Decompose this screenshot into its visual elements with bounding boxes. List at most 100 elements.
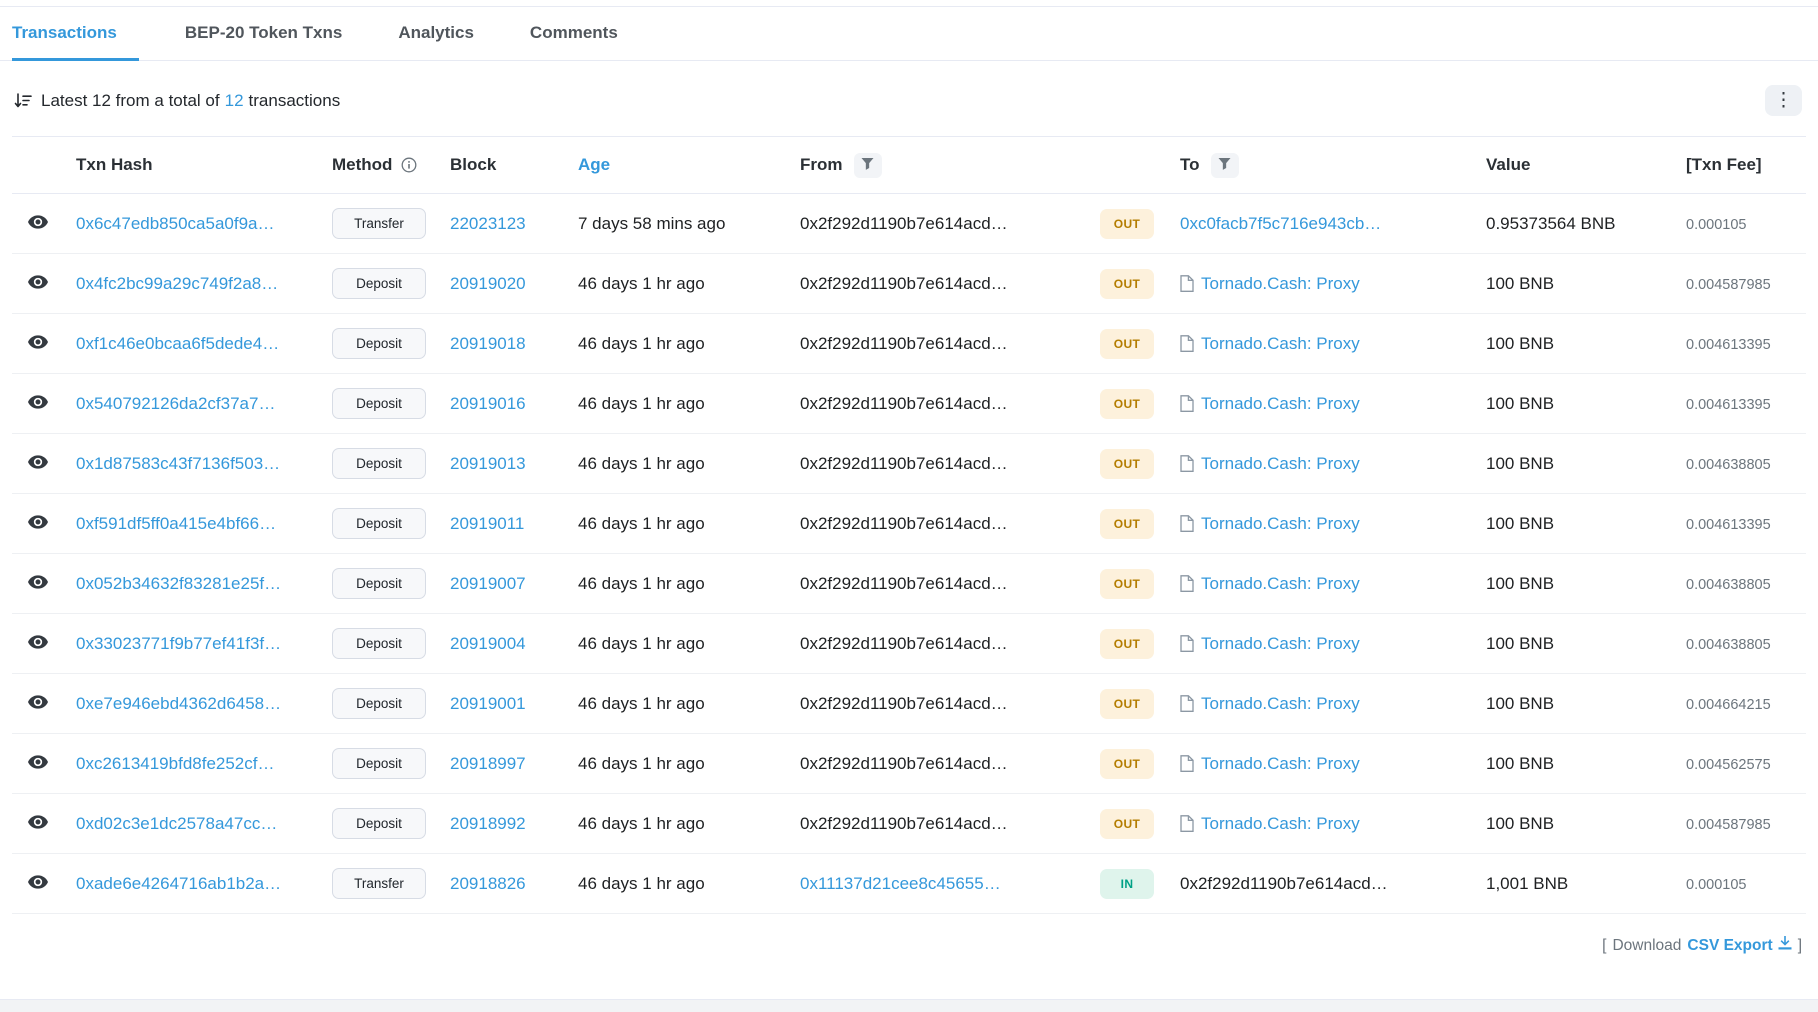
tab-transactions[interactable]: Transactions <box>12 7 139 61</box>
table-footer: [ Download CSV Export ] <box>0 914 1818 955</box>
block-link[interactable]: 20918997 <box>450 754 526 773</box>
table-row: 0x33023771f9b77ef41f3f… Deposit 20919004… <box>12 614 1806 674</box>
table-row: 0xc2613419bfd8fe252cf… Deposit 20918997 … <box>12 734 1806 794</box>
eye-icon <box>28 694 48 712</box>
eye-preview-button[interactable] <box>12 814 48 832</box>
direction-badge: OUT <box>1100 208 1154 239</box>
txn-fee-text: 0.004664215 <box>1686 696 1771 713</box>
eye-preview-button[interactable] <box>12 274 48 292</box>
txn-hash-link[interactable]: 0xd02c3e1dc2578a47cc… <box>76 814 277 833</box>
to-filter-button[interactable] <box>1210 152 1239 178</box>
to-address[interactable]: Tornado.Cash: Proxy <box>1201 574 1360 594</box>
col-header-method: Method <box>332 155 450 175</box>
eye-preview-button[interactable] <box>12 754 48 772</box>
eye-icon <box>28 574 48 592</box>
eye-preview-button[interactable] <box>12 694 48 712</box>
txn-hash-link[interactable]: 0x540792126da2cf37a7… <box>76 394 275 413</box>
download-icon <box>1778 936 1792 955</box>
eye-icon <box>28 754 48 772</box>
method-badge: Transfer <box>332 868 426 899</box>
block-link[interactable]: 20918826 <box>450 874 526 893</box>
to-address[interactable]: Tornado.Cash: Proxy <box>1201 694 1360 714</box>
to-address[interactable]: Tornado.Cash: Proxy <box>1201 454 1360 474</box>
to-address[interactable]: Tornado.Cash: Proxy <box>1201 754 1360 774</box>
tab-comments[interactable]: Comments <box>530 7 628 61</box>
to-address: 0x2f292d1190b7e614acd… <box>1180 873 1388 893</box>
summary-count-link[interactable]: 12 <box>225 91 244 111</box>
block-link[interactable]: 20919007 <box>450 574 526 593</box>
txn-hash-link[interactable]: 0x6c47edb850ca5a0f9a… <box>76 214 275 233</box>
txn-hash-link[interactable]: 0x4fc2bc99a29c749f2a8… <box>76 274 278 293</box>
value-text: 100 BNB <box>1486 753 1555 773</box>
txn-hash-link[interactable]: 0xf591df5ff0a415e4bf66… <box>76 514 276 533</box>
method-info-icon[interactable] <box>401 157 417 173</box>
filter-icon <box>861 157 874 173</box>
from-address: 0x2f292d1190b7e614acd… <box>800 693 1008 713</box>
csv-export-link[interactable]: CSV Export <box>1687 936 1792 955</box>
to-address[interactable]: Tornado.Cash: Proxy <box>1201 814 1360 834</box>
age-text: 46 days 1 hr ago <box>578 333 705 353</box>
method-badge: Deposit <box>332 328 426 359</box>
value-text: 100 BNB <box>1486 633 1555 653</box>
txn-hash-link[interactable]: 0x33023771f9b77ef41f3f… <box>76 634 281 653</box>
filter-icon <box>1218 157 1231 173</box>
to-address[interactable]: Tornado.Cash: Proxy <box>1201 334 1360 354</box>
to-address[interactable]: 0xc0facb7f5c716e943cb… <box>1180 214 1381 234</box>
txn-hash-link[interactable]: 0x1d87583c43f7136f503… <box>76 454 280 473</box>
bottom-strip <box>0 999 1818 1012</box>
txn-hash-link[interactable]: 0x052b34632f83281e25f… <box>76 574 281 593</box>
to-address[interactable]: Tornado.Cash: Proxy <box>1201 514 1360 534</box>
from-address: 0x2f292d1190b7e614acd… <box>800 453 1008 473</box>
block-link[interactable]: 20919016 <box>450 394 526 413</box>
csv-export-label: CSV Export <box>1687 936 1773 954</box>
txn-fee-text: 0.004587985 <box>1686 816 1771 833</box>
contract-file-icon <box>1180 635 1194 652</box>
eye-preview-button[interactable] <box>12 454 48 472</box>
txn-fee-text: 0.004638805 <box>1686 576 1771 593</box>
to-address[interactable]: Tornado.Cash: Proxy <box>1201 274 1360 294</box>
block-link[interactable]: 20919020 <box>450 274 526 293</box>
txn-hash-link[interactable]: 0xf1c46e0bcaa6f5dede4… <box>76 334 279 353</box>
eye-preview-button[interactable] <box>12 874 48 892</box>
direction-badge: OUT <box>1100 688 1154 719</box>
method-header-label: Method <box>332 155 393 174</box>
from-address[interactable]: 0x11137d21cee8c45655… <box>800 874 1001 893</box>
block-link[interactable]: 20919004 <box>450 634 526 653</box>
age-text: 46 days 1 hr ago <box>578 393 705 413</box>
direction-badge: OUT <box>1100 808 1154 839</box>
age-text: 7 days 58 mins ago <box>578 213 726 233</box>
block-link[interactable]: 20919013 <box>450 454 526 473</box>
block-link[interactable]: 20919011 <box>450 514 524 533</box>
block-link[interactable]: 20919018 <box>450 334 526 353</box>
from-filter-button[interactable] <box>853 152 882 178</box>
col-header-age[interactable]: Age <box>578 155 610 175</box>
tab-analytics[interactable]: Analytics <box>398 7 484 61</box>
to-address[interactable]: Tornado.Cash: Proxy <box>1201 634 1360 654</box>
more-options-button[interactable]: ⋮ <box>1765 85 1802 116</box>
eye-preview-button[interactable] <box>12 394 48 412</box>
block-link[interactable]: 22023123 <box>450 214 526 233</box>
txn-hash-link[interactable]: 0xe7e946ebd4362d6458… <box>76 694 281 713</box>
table-row: 0xd02c3e1dc2578a47cc… Deposit 20918992 4… <box>12 794 1806 854</box>
eye-preview-button[interactable] <box>12 574 48 592</box>
from-address: 0x2f292d1190b7e614acd… <box>800 333 1008 353</box>
direction-badge: OUT <box>1100 508 1154 539</box>
txn-fee-text: 0.004562575 <box>1686 756 1771 773</box>
block-link[interactable]: 20918992 <box>450 814 526 833</box>
txn-hash-link[interactable]: 0xc2613419bfd8fe252cf… <box>76 754 275 773</box>
age-text: 46 days 1 hr ago <box>578 273 705 293</box>
method-badge: Deposit <box>332 808 426 839</box>
txn-hash-link[interactable]: 0xade6e4264716ab1b2a… <box>76 874 281 893</box>
tab-bep20-token-txns[interactable]: BEP-20 Token Txns <box>185 7 352 61</box>
age-text: 46 days 1 hr ago <box>578 513 705 533</box>
eye-preview-button[interactable] <box>12 214 48 232</box>
block-link[interactable]: 20919001 <box>450 694 526 713</box>
eye-preview-button[interactable] <box>12 514 48 532</box>
footer-bracket-open: [ <box>1602 936 1607 954</box>
from-address: 0x2f292d1190b7e614acd… <box>800 213 1008 233</box>
method-badge: Deposit <box>332 748 426 779</box>
eye-preview-button[interactable] <box>12 634 48 652</box>
sort-icon <box>14 92 32 109</box>
eye-preview-button[interactable] <box>12 334 48 352</box>
to-address[interactable]: Tornado.Cash: Proxy <box>1201 394 1360 414</box>
